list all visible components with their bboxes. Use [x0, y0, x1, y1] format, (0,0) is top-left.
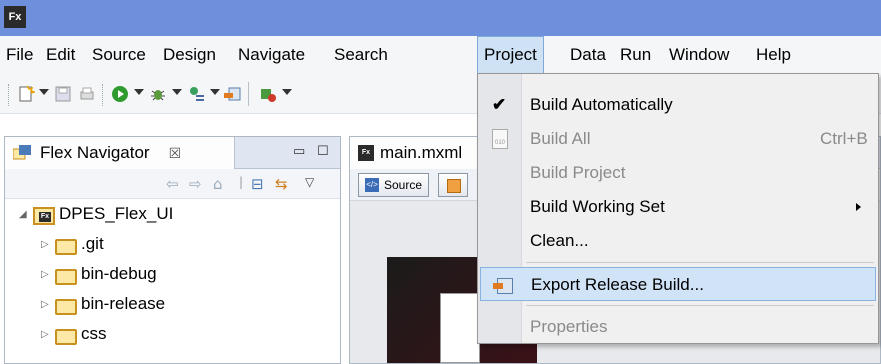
checkmark-icon: ✔ — [492, 95, 507, 114]
tree-item-label: bin-release — [81, 294, 166, 313]
project-menu: ✔ Build Automatically 010 Build All Ctrl… — [477, 73, 879, 344]
tree-item-folder[interactable]: ▷ bin-release — [5, 289, 340, 319]
profile-icon[interactable] — [186, 84, 206, 104]
menu-file[interactable]: File — [6, 36, 33, 74]
save-icon[interactable] — [53, 84, 73, 104]
folder-icon — [55, 327, 77, 345]
source-mode-button[interactable]: </> Source — [358, 173, 430, 197]
tree-item-folder[interactable]: ▷ bin-debug — [5, 259, 340, 289]
home-icon[interactable]: ⌂ — [213, 175, 223, 193]
tree-item-folder[interactable]: ▷ css — [5, 319, 340, 349]
toolbar-grip[interactable] — [102, 84, 105, 106]
run-icon[interactable] — [110, 84, 130, 104]
tree-item-label: DPES_Flex_UI — [59, 204, 174, 223]
folder-icon — [55, 267, 77, 285]
mxml-file-icon: Fx — [358, 145, 374, 161]
back-arrow-icon[interactable]: ⇦ — [166, 175, 179, 193]
run-dropdown-icon[interactable] — [134, 89, 144, 95]
menu-item-properties[interactable]: Properties — [480, 310, 876, 344]
menu-project[interactable]: Project — [477, 36, 544, 74]
new-file-icon[interactable] — [16, 84, 36, 104]
menu-item-build-working-set[interactable]: Build Working Set — [480, 190, 876, 224]
export-release-icon[interactable] — [222, 84, 242, 104]
maximize-icon[interactable]: ☐ — [317, 144, 329, 159]
flex-navigator-panel: Flex Navigator ☒ ▭ ☐ ⇦ ⇨ ⌂ | ⊟ ⇆ ▽ ◢ DPE… — [4, 136, 341, 364]
debug-dropdown-icon[interactable] — [172, 89, 182, 95]
tab-main-mxml[interactable]: Fx main.mxml — [350, 137, 485, 169]
tree-item-label: bin-debug — [81, 264, 157, 283]
toolbar-grip[interactable] — [8, 84, 11, 106]
expand-triangle-icon[interactable]: ◢ — [19, 209, 33, 220]
external-tools-dropdown-icon[interactable] — [282, 89, 292, 95]
tree-item-label: css — [81, 324, 107, 343]
navigator-toolbar: ⇦ ⇨ ⌂ | ⊟ ⇆ ▽ — [5, 169, 340, 199]
collapse-triangle-icon[interactable]: ▷ — [41, 299, 55, 310]
tree-item-label: .git — [81, 234, 104, 253]
menu-item-build-project[interactable]: Build Project — [480, 156, 876, 190]
menu-data[interactable]: Data — [570, 36, 606, 74]
menu-design[interactable]: Design — [163, 36, 216, 74]
link-with-editor-icon[interactable]: ⇆ — [275, 175, 288, 193]
collapse-triangle-icon[interactable]: ▷ — [41, 329, 55, 340]
menu-item-build-all[interactable]: 010 Build All Ctrl+B — [480, 122, 876, 156]
collapse-all-icon[interactable]: ⊟ — [251, 175, 264, 193]
menu-run[interactable]: Run — [620, 36, 651, 74]
editor-tab-label: main.mxml — [380, 143, 463, 162]
flex-project-icon — [33, 205, 55, 225]
debug-icon[interactable] — [148, 84, 168, 104]
source-icon: </> — [365, 178, 379, 192]
external-tools-icon[interactable] — [258, 84, 278, 104]
menu-search[interactable]: Search — [334, 36, 388, 74]
menu-item-export-release-build[interactable]: Export Release Build... — [480, 267, 876, 301]
export-release-icon — [493, 276, 513, 294]
tree-item-project[interactable]: ◢ DPES_Flex_UI — [5, 199, 340, 229]
view-menu-icon[interactable]: ▽ — [305, 175, 314, 189]
new-dropdown-icon[interactable] — [39, 89, 49, 95]
folder-icon — [55, 237, 77, 255]
print-icon[interactable] — [77, 84, 97, 104]
profile-dropdown-icon[interactable] — [210, 89, 220, 95]
close-icon[interactable]: ☒ — [169, 145, 182, 162]
menu-edit[interactable]: Edit — [46, 36, 75, 74]
menu-separator — [526, 262, 874, 263]
tab-flex-navigator[interactable]: Flex Navigator ☒ — [5, 137, 235, 169]
submenu-arrow-icon — [856, 203, 861, 211]
design-component[interactable] — [440, 293, 480, 363]
folder-icon — [55, 297, 77, 315]
toolbar-separator — [248, 82, 249, 106]
toolbar-separator: | — [239, 175, 244, 189]
menu-item-clean[interactable]: Clean... — [480, 224, 876, 258]
navigator-tab-row: Flex Navigator ☒ ▭ ☐ — [5, 137, 340, 169]
forward-arrow-icon[interactable]: ⇨ — [189, 175, 202, 193]
source-button-label: Source — [384, 178, 423, 192]
title-bar: Fx — [0, 0, 881, 36]
menu-window[interactable]: Window — [669, 36, 729, 74]
design-mode-button[interactable] — [438, 173, 468, 197]
menu-source[interactable]: Source — [92, 36, 146, 74]
minimize-icon[interactable]: ▭ — [293, 144, 305, 159]
navigator-icon — [13, 145, 31, 160]
menu-help[interactable]: Help — [756, 36, 791, 74]
flex-app-icon: Fx — [4, 6, 26, 28]
build-all-icon: 010 — [492, 129, 508, 149]
menu-separator — [526, 305, 874, 306]
menu-navigate[interactable]: Navigate — [238, 36, 305, 74]
menu-item-build-automatically[interactable]: ✔ Build Automatically — [480, 88, 876, 122]
collapse-triangle-icon[interactable]: ▷ — [41, 239, 55, 250]
menu-bar: File Edit Source Design Navigate Search … — [0, 36, 881, 74]
tree-item-folder[interactable]: ▷ .git — [5, 229, 340, 259]
collapse-triangle-icon[interactable]: ▷ — [41, 269, 55, 280]
navigator-tab-label: Flex Navigator — [40, 143, 150, 162]
